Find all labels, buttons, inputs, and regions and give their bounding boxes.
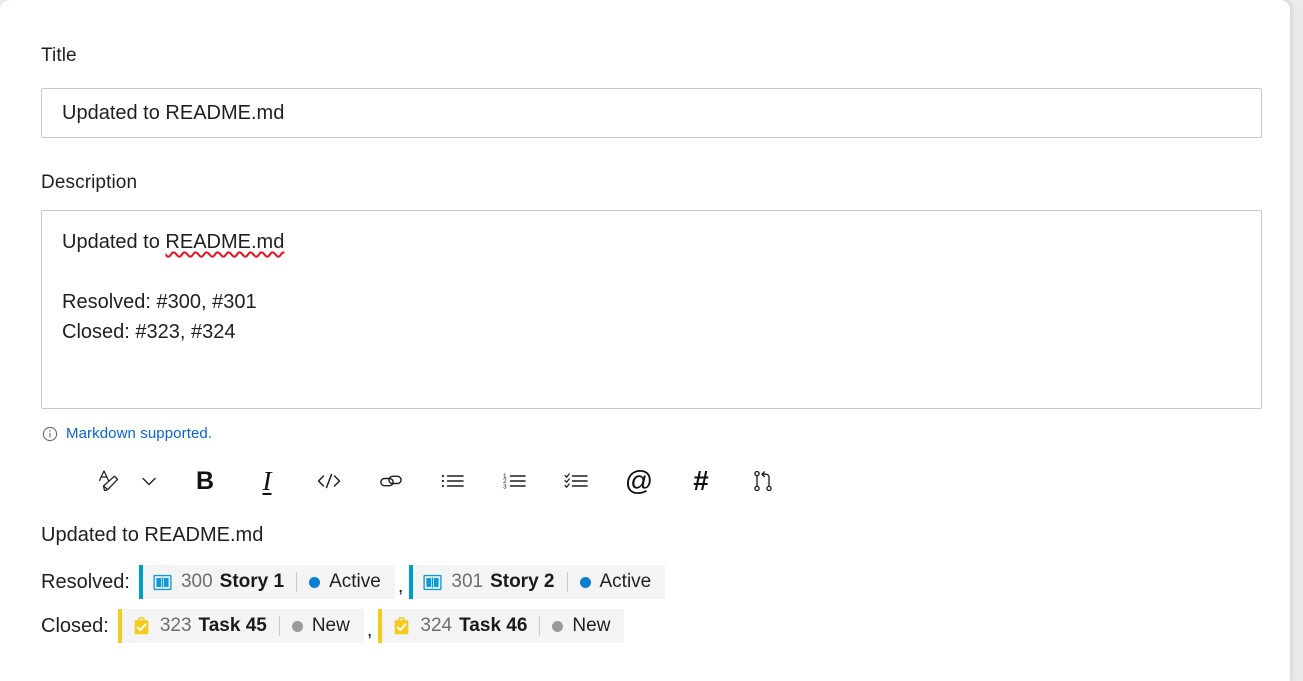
work-item-link-icon[interactable]: #	[678, 458, 724, 504]
work-item-title: Story 2	[490, 571, 555, 592]
story-book-icon	[422, 572, 443, 593]
italic-label: I	[262, 465, 272, 496]
description-line-4: Closed: #323, #324	[62, 321, 236, 343]
numbered-list-icon[interactable]: 1 2 3	[492, 458, 538, 504]
preview-row-resolved-label: Resolved:	[41, 570, 130, 593]
chip-separator	[278, 616, 280, 636]
markdown-supported-label: Markdown supported.	[66, 425, 213, 442]
formatting-toolbar: B I 1 2 3 @ #	[86, 458, 786, 504]
title-label: Title	[41, 45, 77, 66]
work-item-form-panel: Title Description Updated to README.md R…	[0, 0, 1290, 681]
description-blank-line	[62, 257, 1241, 287]
title-input[interactable]	[41, 88, 1262, 138]
chip-separator	[539, 616, 541, 636]
checklist-icon[interactable]	[554, 458, 600, 504]
work-item-chip[interactable]: 301 Story 2 Active	[409, 565, 666, 599]
work-item-chip[interactable]: 300 Story 1 Active	[138, 565, 395, 599]
work-item-title: Task 45	[198, 615, 267, 636]
work-item-link-label: #	[693, 465, 709, 496]
bulleted-list-icon[interactable]	[430, 458, 476, 504]
font-color-icon[interactable]	[86, 458, 132, 504]
work-item-id: 300	[180, 571, 213, 592]
work-item-id: 324	[420, 615, 453, 636]
chevron-down-icon[interactable]	[132, 458, 166, 504]
work-item-title: Story 1	[219, 571, 285, 592]
link-icon[interactable]	[368, 458, 414, 504]
code-icon[interactable]	[306, 458, 352, 504]
description-preview: Updated to README.md Resolved: 300 Story…	[41, 522, 1262, 643]
description-line-3: Resolved: #300, #301	[62, 291, 257, 313]
bold-label: B	[195, 466, 215, 495]
description-label: Description	[41, 172, 138, 193]
task-clipboard-icon	[391, 616, 412, 637]
task-clipboard-icon	[131, 616, 152, 637]
svg-text:3: 3	[503, 483, 507, 490]
chip-separator	[296, 572, 298, 592]
work-item-chip[interactable]: 324 Task 46 New	[378, 609, 625, 643]
description-textarea[interactable]: Updated to README.md Resolved: #300, #30…	[41, 210, 1262, 409]
state-dot-icon	[579, 576, 591, 588]
story-book-icon	[152, 572, 173, 593]
chip-list-comma: ,	[366, 619, 373, 641]
work-item-chip[interactable]: 323 Task 45 New	[117, 609, 364, 643]
preview-row-resolved: Resolved: 300 Story 1 Active , 301 Story…	[41, 565, 1262, 599]
state-dot-icon	[291, 620, 303, 632]
misspelled-word: README.md	[165, 231, 285, 253]
italic-icon[interactable]: I	[244, 458, 290, 504]
info-circle-icon	[42, 426, 58, 442]
state-dot-icon	[552, 620, 564, 632]
work-item-id: 323	[159, 615, 192, 636]
work-item-state: New	[572, 615, 611, 636]
markdown-supported-note: Markdown supported.	[42, 425, 212, 442]
mention-icon[interactable]: @	[616, 458, 662, 504]
work-item-title: Task 46	[459, 615, 528, 636]
work-item-state: Active	[599, 571, 652, 592]
chip-list-comma: ,	[397, 575, 404, 597]
state-dot-icon	[309, 576, 321, 588]
work-item-id: 301	[451, 571, 484, 592]
work-item-state: Active	[329, 571, 381, 592]
pull-request-icon[interactable]	[740, 458, 786, 504]
preview-row-closed-label: Closed:	[41, 614, 109, 637]
mention-label: @	[624, 465, 654, 496]
bold-icon[interactable]: B	[182, 458, 228, 504]
preview-row-closed: Closed: 323 Task 45 New , 324 Task 46 Ne…	[41, 609, 1262, 643]
chip-separator	[566, 572, 568, 592]
work-item-state: New	[311, 615, 350, 636]
description-line-1-prefix: Updated to	[62, 231, 166, 253]
preview-heading: Updated to README.md	[41, 524, 264, 546]
description-line-1: Updated to README.md	[62, 227, 1241, 257]
